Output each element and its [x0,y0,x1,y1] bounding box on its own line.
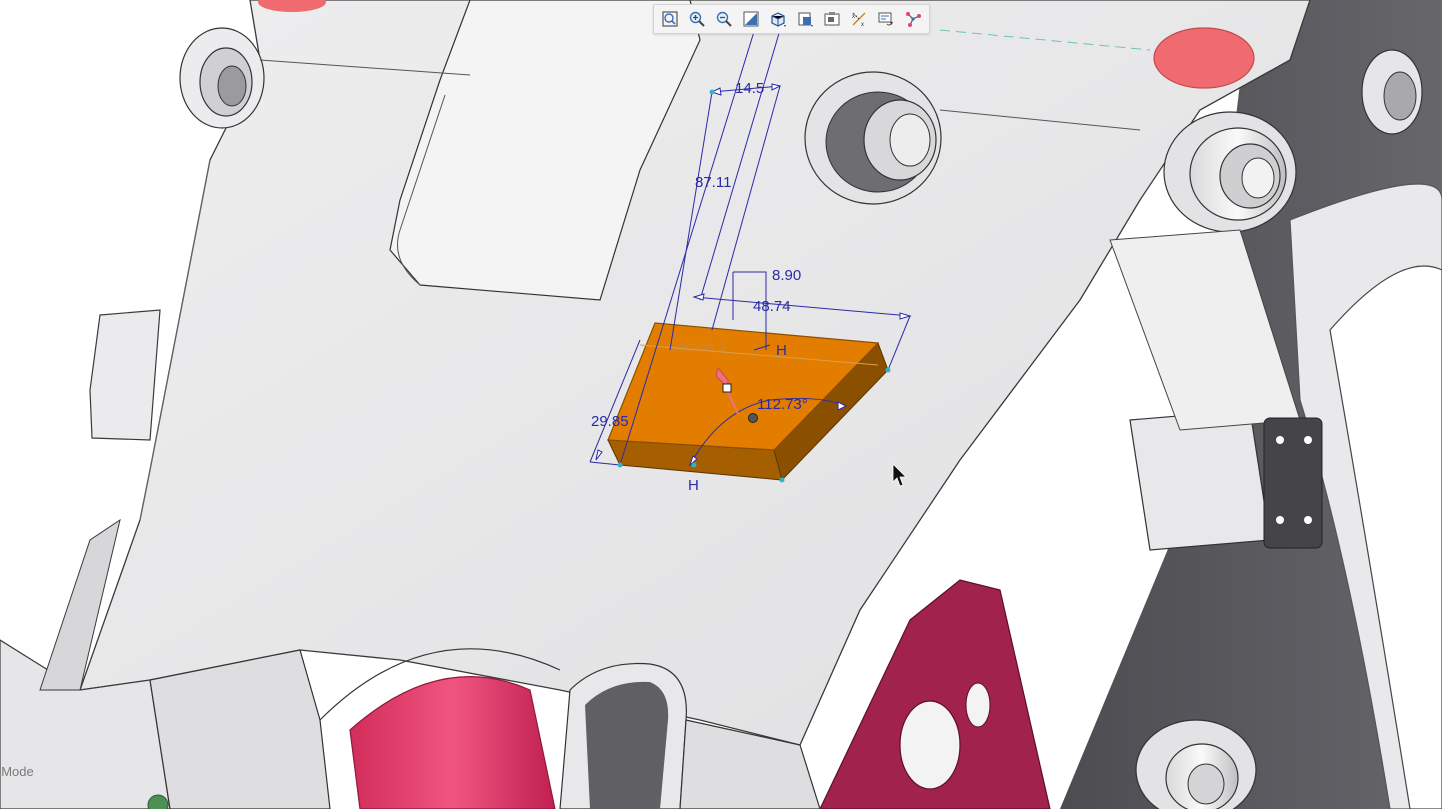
drag-square-handle[interactable] [722,383,732,393]
magenta-bracket-hole [899,700,961,790]
plate-hole-2 [1304,436,1312,444]
plate-hole-4 [1304,516,1312,524]
dimension-48-74[interactable]: 48.74 [753,298,791,315]
refit-button[interactable] [657,7,683,31]
dimension-87-11[interactable]: 87.11 [695,174,731,191]
annotation-display-icon [878,12,893,26]
dimension-8-90[interactable]: 8.90 [772,267,801,284]
datum-display-button[interactable]: xx [846,7,872,31]
saved-views-button[interactable] [792,7,818,31]
graphics-viewport[interactable]: Section 1 14.5 87.11 8.90 48.74 29.85 11… [0,0,1442,809]
constraint-h-top[interactable]: H [776,342,787,359]
spin-center-icon [906,12,921,27]
zoom-in-button[interactable] [684,7,710,31]
repaint-button[interactable] [738,7,764,31]
view-orientation-icon [771,12,786,27]
plate-hole-3 [1276,516,1284,524]
display-style-button[interactable] [819,7,845,31]
repaint-icon [743,11,759,27]
left-lug [89,309,161,441]
red-cap-right[interactable] [1153,27,1255,89]
magenta-bracket-hole-small [965,682,991,728]
boss-bottom-right-core [1187,763,1225,805]
right-side-block [1129,409,1271,551]
mode-status-label: t Mode [0,764,34,779]
annotation-display-button[interactable] [873,7,899,31]
boss-right-core [1241,157,1275,199]
lower-cutout-shadow [585,681,669,809]
boss-top-right-inner [1383,71,1417,121]
center-point-handle[interactable] [748,413,758,423]
zoom-out-icon [716,11,732,27]
display-style-icon [824,12,840,26]
datum-display-icon: xx [852,12,866,28]
view-toolbar: xx [653,4,930,34]
svg-text:x: x [852,14,855,20]
dimension-29-85[interactable]: 29.85 [591,413,629,430]
constraint-h-bottom[interactable]: H [688,477,699,494]
model-scene[interactable]: Section 1 14.5 87.11 8.90 48.74 29.85 11… [0,0,1442,809]
saved-views-icon [798,12,813,27]
zoom-in-icon [689,11,705,27]
hole-top-center-core [889,113,931,167]
dimension-112-73[interactable]: 112.73° [757,396,808,413]
pink-cylinder[interactable] [349,676,556,809]
dimension-14-5[interactable]: 14.5 [735,80,764,97]
view-orientation-button[interactable] [765,7,791,31]
spin-center-button[interactable] [900,7,926,31]
mounting-plate[interactable] [1263,417,1323,549]
svg-text:x: x [861,22,864,28]
zoom-out-button[interactable] [711,7,737,31]
boss-top-left-hole [217,65,247,107]
plate-hole-1 [1276,436,1284,444]
refit-icon [662,11,678,27]
